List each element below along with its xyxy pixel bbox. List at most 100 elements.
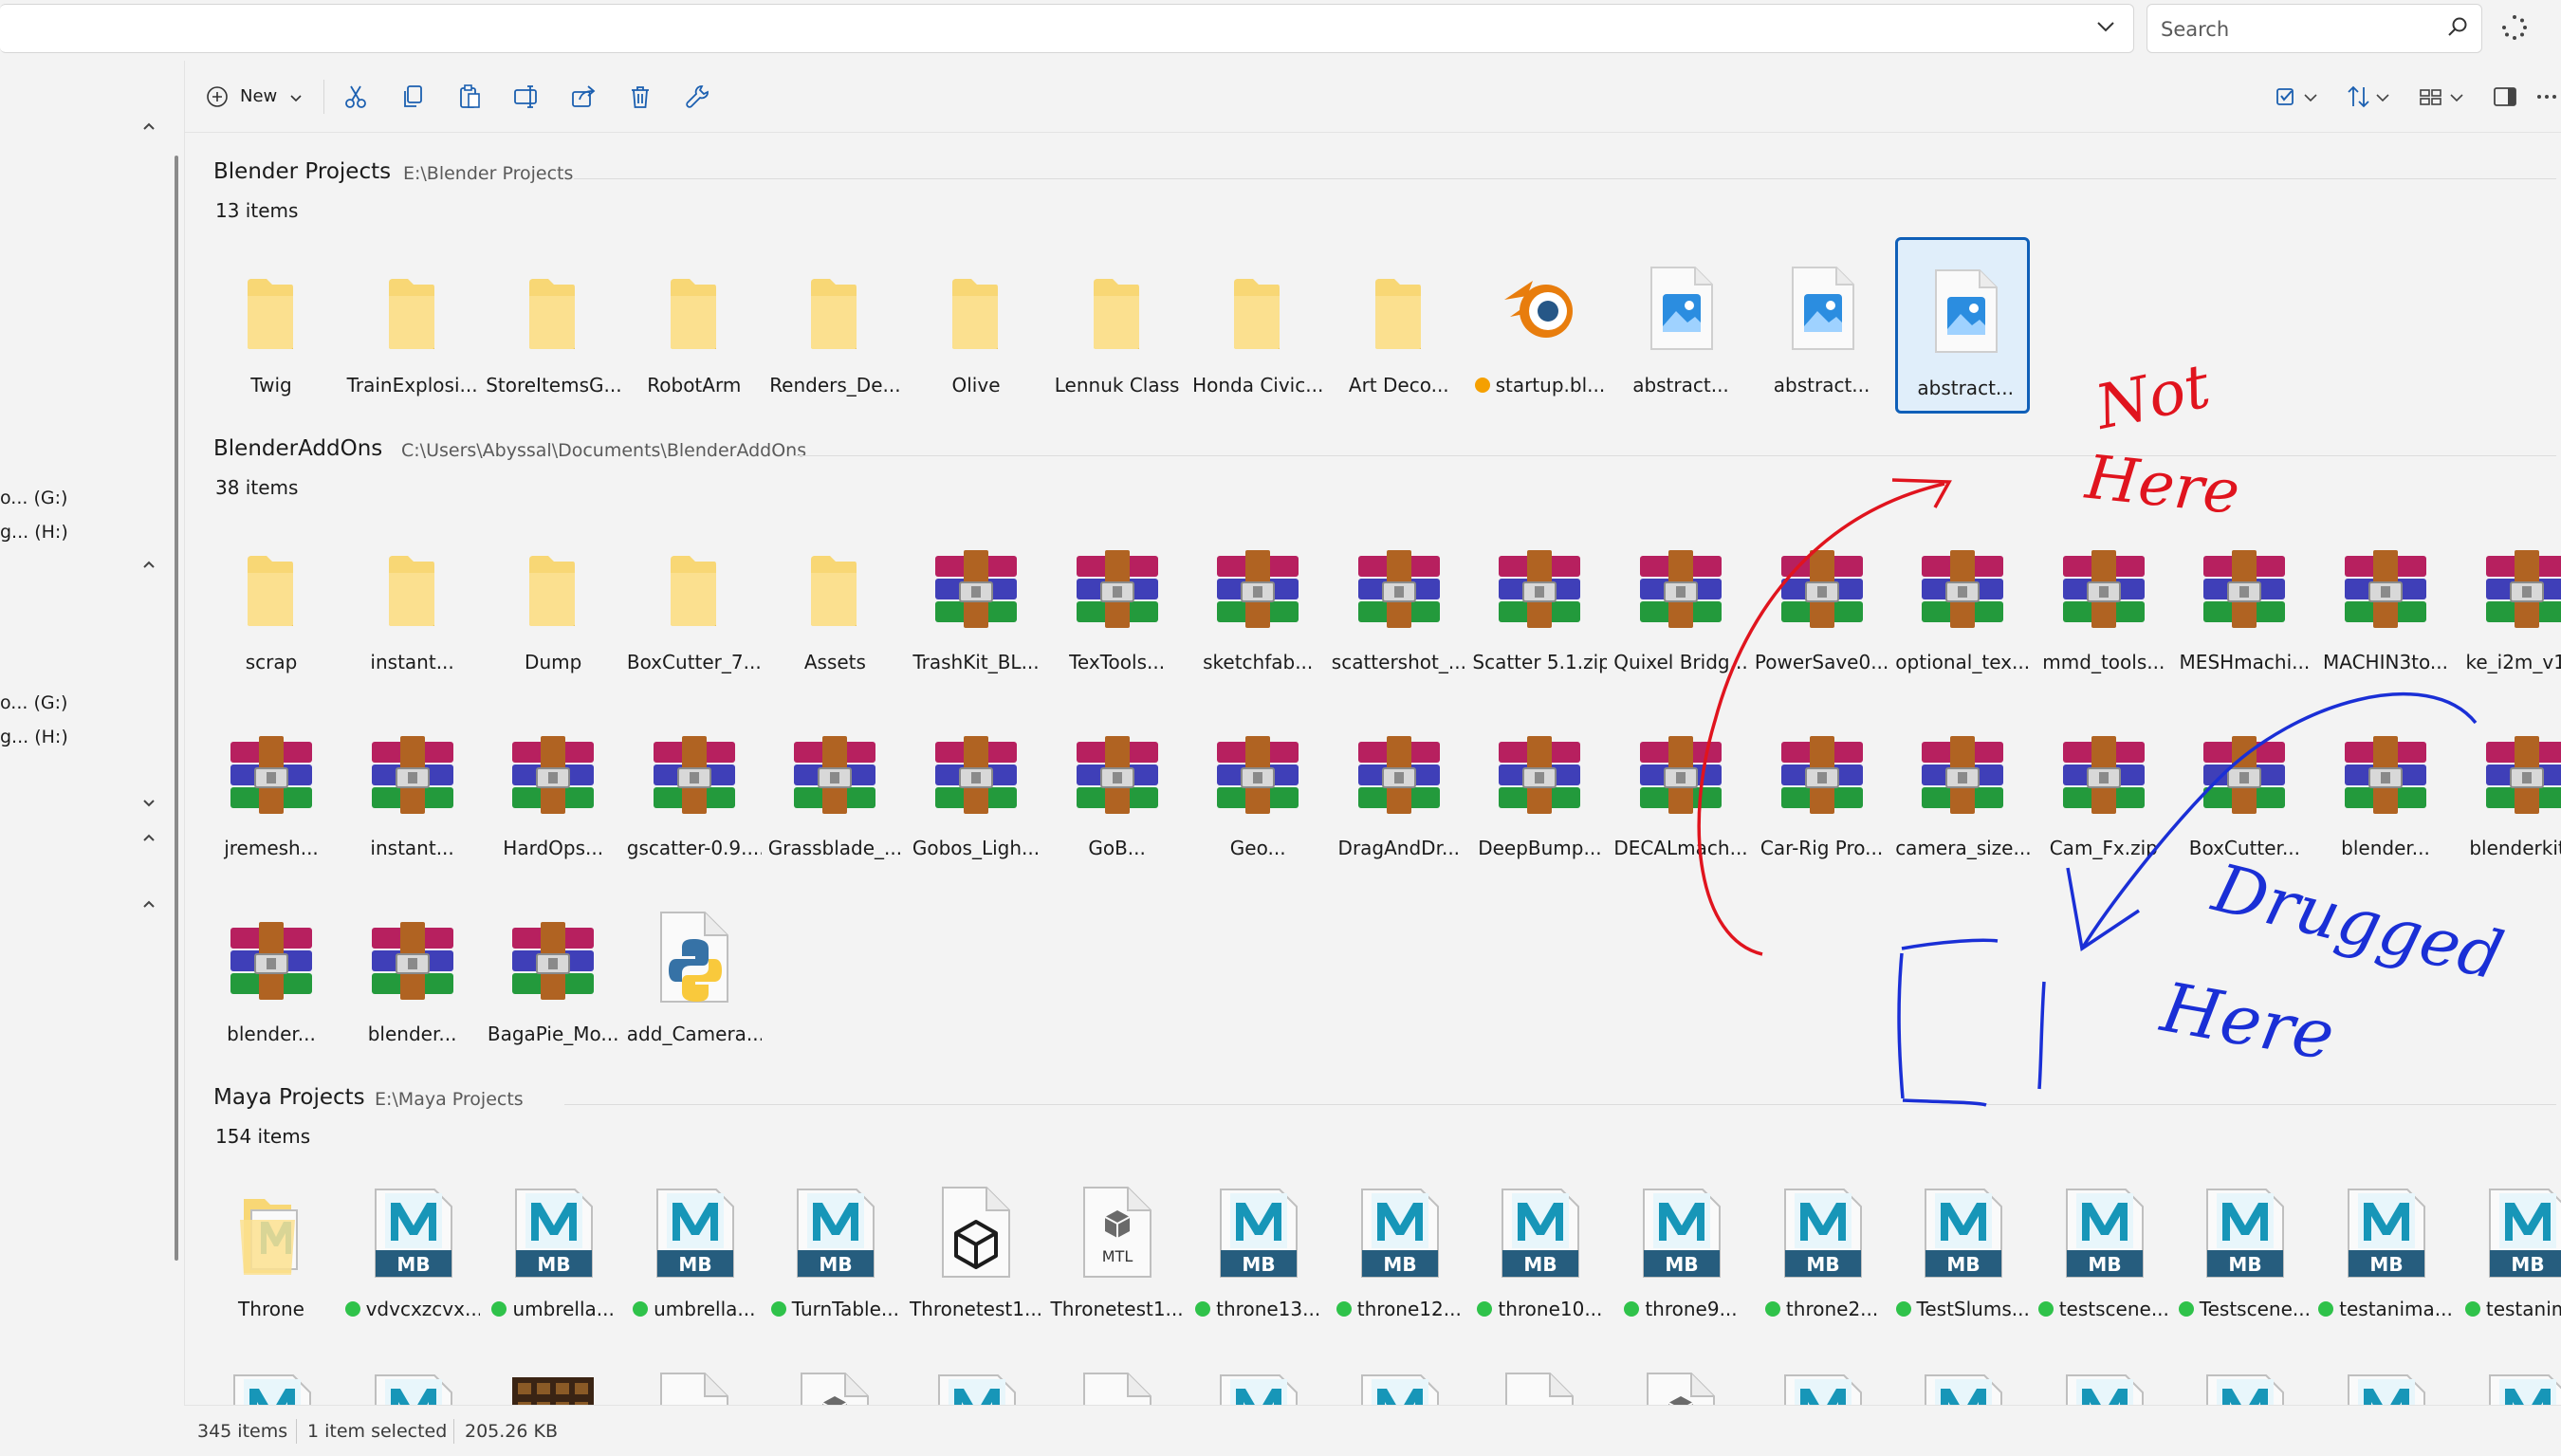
file-item[interactable]: MB: [1190, 1347, 1325, 1405]
file-item[interactable]: [627, 1347, 762, 1405]
expand-chevron-icon[interactable]: [138, 793, 159, 814]
file-item[interactable]: MB throne2...: [1755, 1161, 1889, 1337]
chevron-down-icon[interactable]: [2372, 82, 2393, 112]
file-item[interactable]: MB TestSlums...: [1895, 1161, 2030, 1337]
file-item[interactable]: blenderkit...: [2460, 700, 2561, 876]
file-item[interactable]: Art Deco...: [1332, 237, 1466, 414]
file-item[interactable]: Twig: [204, 237, 339, 414]
file-item[interactable]: BoxCutter_7...: [627, 514, 762, 691]
file-item[interactable]: Geo...: [1190, 700, 1325, 876]
file-item[interactable]: MB: [345, 1347, 480, 1405]
file-item[interactable]: DragAndDr...: [1332, 700, 1466, 876]
sort-icon[interactable]: [2344, 82, 2374, 112]
file-item[interactable]: Car-Rig Pro...: [1755, 700, 1889, 876]
file-item[interactable]: StoreItemsG...: [486, 237, 620, 414]
file-item[interactable]: MB: [1895, 1347, 2030, 1405]
file-item[interactable]: TrashKit_BL...: [909, 514, 1043, 691]
file-item[interactable]: MB throne10...: [1472, 1161, 1607, 1337]
file-item[interactable]: MACHIN3to...: [2318, 514, 2453, 691]
file-item-selected[interactable]: abstract...: [1895, 237, 2031, 414]
sidebar-drive-g[interactable]: o... (G:): [0, 692, 67, 713]
file-item[interactable]: MB: [2177, 1347, 2312, 1405]
file-item[interactable]: instant...: [345, 514, 480, 691]
details-pane-icon[interactable]: [2490, 82, 2520, 112]
file-item[interactable]: abstract...: [1613, 237, 1748, 414]
file-item[interactable]: MTL: [1613, 1347, 1748, 1405]
file-item[interactable]: Thronetest1...: [909, 1161, 1043, 1337]
file-item[interactable]: Grassblade_...: [767, 700, 902, 876]
file-item[interactable]: BagaPie_Mo...: [486, 886, 620, 1062]
file-item[interactable]: Cam_Fx.zip: [2036, 700, 2171, 876]
file-item[interactable]: MB Testscene...: [2177, 1161, 2312, 1337]
file-item[interactable]: MTL Thronetest1...: [1050, 1161, 1185, 1337]
file-item[interactable]: Scatter 5.1.zip: [1472, 514, 1607, 691]
file-item[interactable]: Quixel Bridg...: [1613, 514, 1748, 691]
chevron-down-icon[interactable]: [2300, 82, 2321, 112]
file-item[interactable]: MB umbrella...: [486, 1161, 620, 1337]
sidebar-drive-g[interactable]: o... (G:): [0, 488, 67, 508]
chevron-down-icon[interactable]: [2446, 82, 2467, 112]
file-item[interactable]: DECALmach...: [1613, 700, 1748, 876]
address-history-chevron-icon[interactable]: [2091, 12, 2120, 41]
file-item[interactable]: MB testanima...: [2318, 1161, 2453, 1337]
file-item[interactable]: jremesh...: [204, 700, 339, 876]
file-item[interactable]: PowerSave0...: [1755, 514, 1889, 691]
group-title[interactable]: BlenderAddOns: [213, 436, 382, 461]
more-options-icon[interactable]: [2535, 82, 2558, 112]
file-item[interactable]: ke_i2m_v1_2: [2460, 514, 2561, 691]
file-item[interactable]: MB throne9...: [1613, 1161, 1748, 1337]
file-item[interactable]: startup.bl...: [1472, 237, 1607, 414]
file-item[interactable]: TexTools...: [1050, 514, 1185, 691]
file-item[interactable]: MB testanim...: [2460, 1161, 2561, 1337]
file-item[interactable]: blender...: [204, 886, 339, 1062]
file-item[interactable]: Renders_De...: [767, 237, 902, 414]
file-item[interactable]: MB umbrella...: [627, 1161, 762, 1337]
file-item[interactable]: MTL: [767, 1347, 902, 1405]
file-item[interactable]: MB: [1332, 1347, 1466, 1405]
file-item[interactable]: camera_size...: [1895, 700, 2030, 876]
file-item[interactable]: BoxCutter...: [2177, 700, 2312, 876]
file-item[interactable]: MB: [909, 1347, 1043, 1405]
file-item[interactable]: TrainExplosi...: [345, 237, 480, 414]
file-item[interactable]: Assets: [767, 514, 902, 691]
file-item[interactable]: gscatter-0.9....: [627, 700, 762, 876]
search-input[interactable]: Search: [2146, 4, 2482, 53]
collapse-chevron-icon[interactable]: [138, 894, 159, 914]
file-item[interactable]: MB testscene...: [2036, 1161, 2171, 1337]
sidebar-drive-h[interactable]: g... (H:): [0, 727, 68, 747]
file-item[interactable]: MB: [2036, 1347, 2171, 1405]
new-button[interactable]: New: [206, 80, 310, 114]
address-field[interactable]: [0, 4, 2134, 53]
view-layout-icon[interactable]: [2416, 82, 2446, 112]
file-item[interactable]: add_Camera...: [627, 886, 762, 1062]
file-item[interactable]: Gobos_Ligh...: [909, 700, 1043, 876]
file-item[interactable]: abstract...: [1755, 237, 1889, 414]
sidebar-scrollbar[interactable]: [175, 156, 178, 1261]
file-item[interactable]: MESHmachi...: [2177, 514, 2312, 691]
file-item[interactable]: [486, 1347, 620, 1405]
file-item[interactable]: Honda Civic...: [1190, 237, 1325, 414]
file-item[interactable]: [1050, 1347, 1185, 1405]
search-icon[interactable]: [2445, 14, 2470, 39]
file-item[interactable]: optional_tex...: [1895, 514, 2030, 691]
refresh-icon[interactable]: [2500, 13, 2529, 42]
file-item[interactable]: [1472, 1347, 1607, 1405]
file-item[interactable]: MB throne12...: [1332, 1161, 1466, 1337]
file-item[interactable]: MB: [1755, 1347, 1889, 1405]
file-item[interactable]: MB vdvcxzcvx...: [344, 1161, 480, 1337]
file-item[interactable]: Lennuk Class: [1050, 237, 1185, 414]
copy-icon[interactable]: [397, 82, 428, 112]
file-item[interactable]: mmd_tools...: [2036, 514, 2171, 691]
group-title[interactable]: Maya Projects: [213, 1085, 365, 1110]
file-item[interactable]: MB TurnTable...: [767, 1161, 902, 1337]
collapse-chevron-icon[interactable]: [138, 827, 159, 848]
file-item[interactable]: MB throne13...: [1190, 1161, 1325, 1337]
file-item[interactable]: HardOps...: [486, 700, 620, 876]
group-title[interactable]: Blender Projects: [213, 159, 391, 184]
file-item[interactable]: MB: [2318, 1347, 2453, 1405]
file-item[interactable]: Dump: [486, 514, 620, 691]
cut-icon[interactable]: [341, 82, 371, 112]
file-item[interactable]: Throne: [204, 1161, 339, 1337]
file-item[interactable]: DeepBump...: [1472, 700, 1607, 876]
file-item[interactable]: scattershot_...: [1332, 514, 1466, 691]
